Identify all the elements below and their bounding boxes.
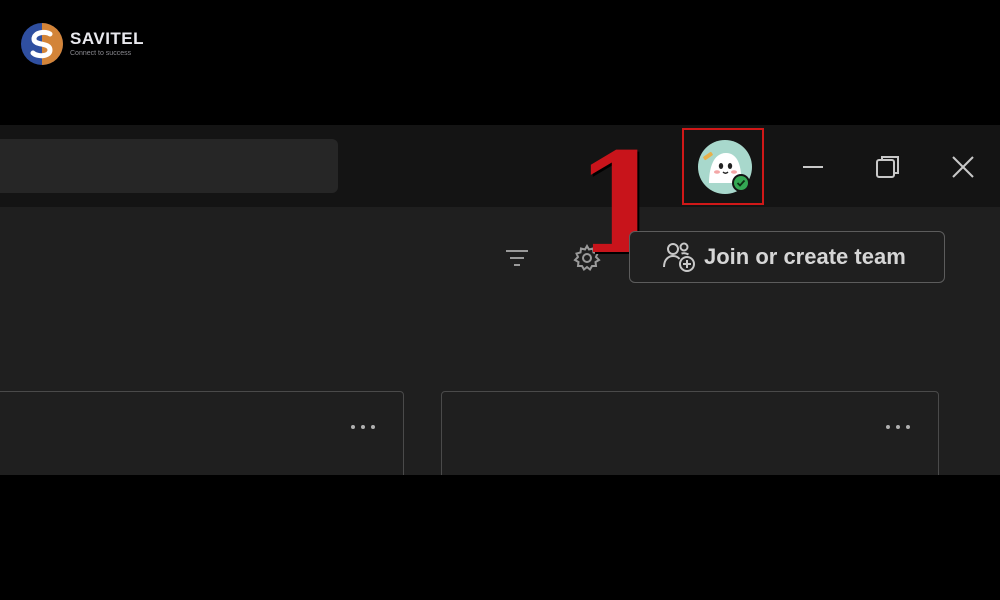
filter-icon <box>506 250 528 266</box>
profile-avatar-button[interactable] <box>697 139 753 195</box>
team-card[interactable] <box>0 391 404 475</box>
minimize-icon <box>803 166 823 168</box>
minimize-button[interactable] <box>793 147 833 187</box>
filter-button[interactable] <box>500 243 534 273</box>
join-or-create-team-label: Join or create team <box>704 244 906 269</box>
brand-name: SAVITEL <box>70 29 145 48</box>
status-available-icon <box>732 174 750 192</box>
teams-window: 1 Join or create team <box>0 125 1000 475</box>
people-add-icon <box>663 242 695 272</box>
brand-tagline: Connect to success <box>70 50 132 57</box>
search-box[interactable] <box>0 139 338 193</box>
savitel-logo-mark-icon <box>21 23 63 65</box>
close-button[interactable] <box>943 147 983 187</box>
restore-button[interactable] <box>868 147 908 187</box>
more-options-icon[interactable] <box>884 420 912 434</box>
savitel-logo: SAVITEL Connect to success <box>20 22 144 66</box>
team-card[interactable] <box>441 391 939 475</box>
close-icon <box>952 156 974 178</box>
more-options-icon[interactable] <box>349 420 377 434</box>
restore-icon <box>876 156 899 178</box>
title-bar <box>0 125 1000 207</box>
bottom-letterbox <box>0 475 1000 600</box>
join-or-create-team-button[interactable]: Join or create team <box>629 231 945 283</box>
